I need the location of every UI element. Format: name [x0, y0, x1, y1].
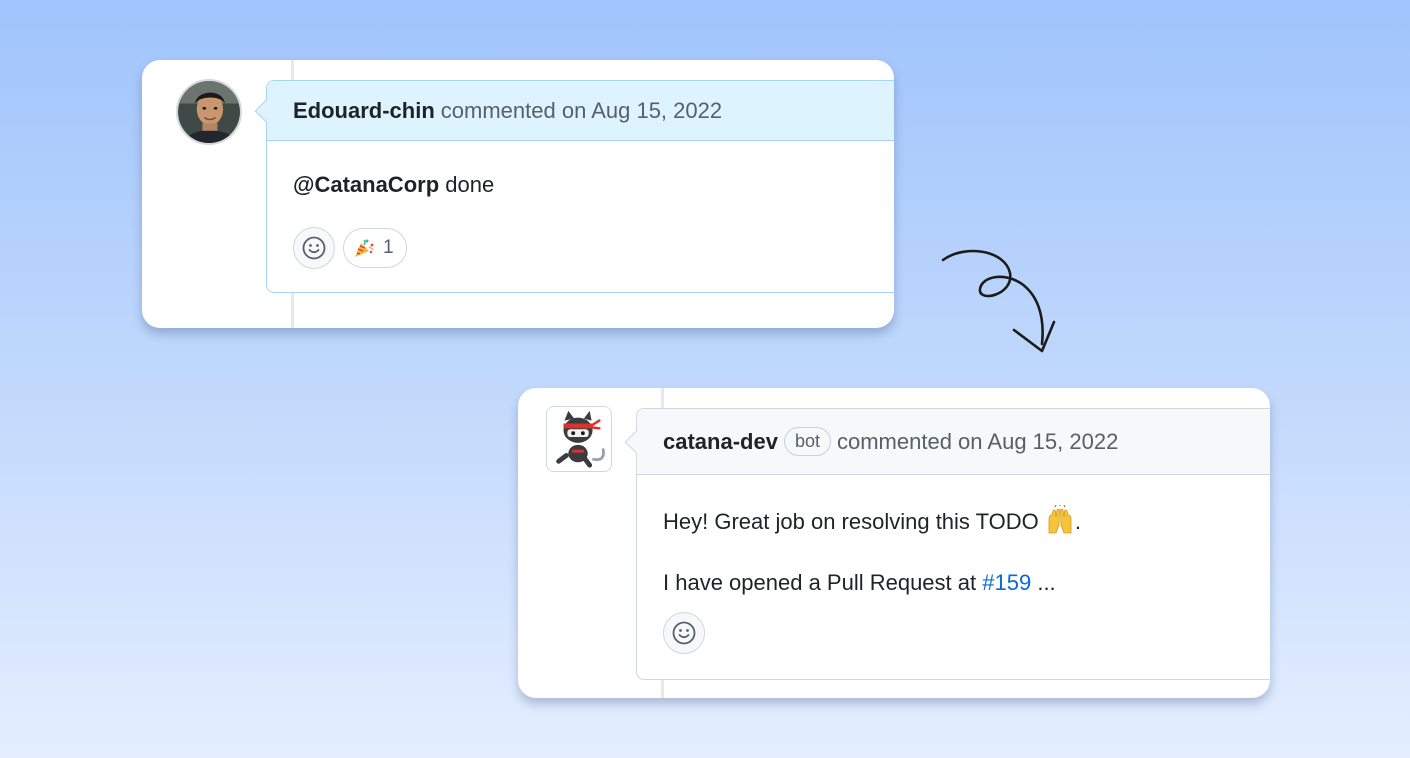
comment-caret [254, 99, 278, 123]
comment-text: I have opened a Pull Request at [663, 569, 977, 595]
comment-body: @CatanaCorp done [267, 141, 894, 200]
bot-avatar[interactable] [546, 406, 612, 472]
add-reaction-button[interactable] [663, 612, 705, 654]
comment-header: catana-dev bot commented on Aug 15, 2022 [624, 409, 1270, 475]
reactions-bar: 1 [293, 227, 407, 269]
pull-request-link[interactable]: #159 [982, 570, 1031, 595]
comment-text: Hey! Great job on resolving this TODO [663, 509, 1039, 534]
comment-box: catana-dev bot commented on Aug 15, 2022… [624, 408, 1270, 680]
user-avatar-icon [178, 81, 240, 143]
author-name[interactable]: Edouard-chin [293, 98, 435, 124]
comment-paragraph: Hey! Great job on resolving this TODO . [663, 505, 1246, 537]
tada-icon [355, 239, 374, 257]
smiley-icon [672, 621, 696, 645]
comment-paragraph: I have opened a Pull Request at #159 ... [663, 569, 1246, 598]
user-mention[interactable]: @CatanaCorp [293, 172, 439, 197]
comment-caret [624, 430, 648, 454]
comment-card-edouard: Edouard-chin commented on Aug 15, 2022 @… [142, 60, 894, 328]
comment-text-ellipsis: ... [1037, 569, 1056, 595]
comment-card-catana-dev: catana-dev bot commented on Aug 15, 2022… [518, 388, 1270, 698]
ninja-cat-icon [547, 407, 611, 471]
avatar[interactable] [176, 79, 242, 145]
reactions-bar [663, 612, 705, 654]
comment-timestamp[interactable]: commented on Aug 15, 2022 [441, 98, 722, 124]
comment-header: Edouard-chin commented on Aug 15, 2022 [254, 81, 894, 141]
curly-arrow [941, 249, 1056, 353]
reaction-count: 1 [383, 237, 394, 258]
smiley-icon [302, 236, 326, 260]
comment-timestamp[interactable]: commented on Aug 15, 2022 [837, 429, 1118, 455]
bot-badge: bot [783, 427, 831, 456]
raised-hands-icon [1048, 505, 1072, 534]
comment-body: Hey! Great job on resolving this TODO . … [637, 475, 1270, 597]
tada-reaction-button[interactable]: 1 [343, 228, 407, 268]
add-reaction-button[interactable] [293, 227, 335, 269]
author-name[interactable]: catana-dev [663, 429, 778, 455]
comment-text: done [445, 172, 495, 197]
comment-box: Edouard-chin commented on Aug 15, 2022 @… [254, 80, 894, 293]
comment-text-end: . [1074, 509, 1082, 534]
